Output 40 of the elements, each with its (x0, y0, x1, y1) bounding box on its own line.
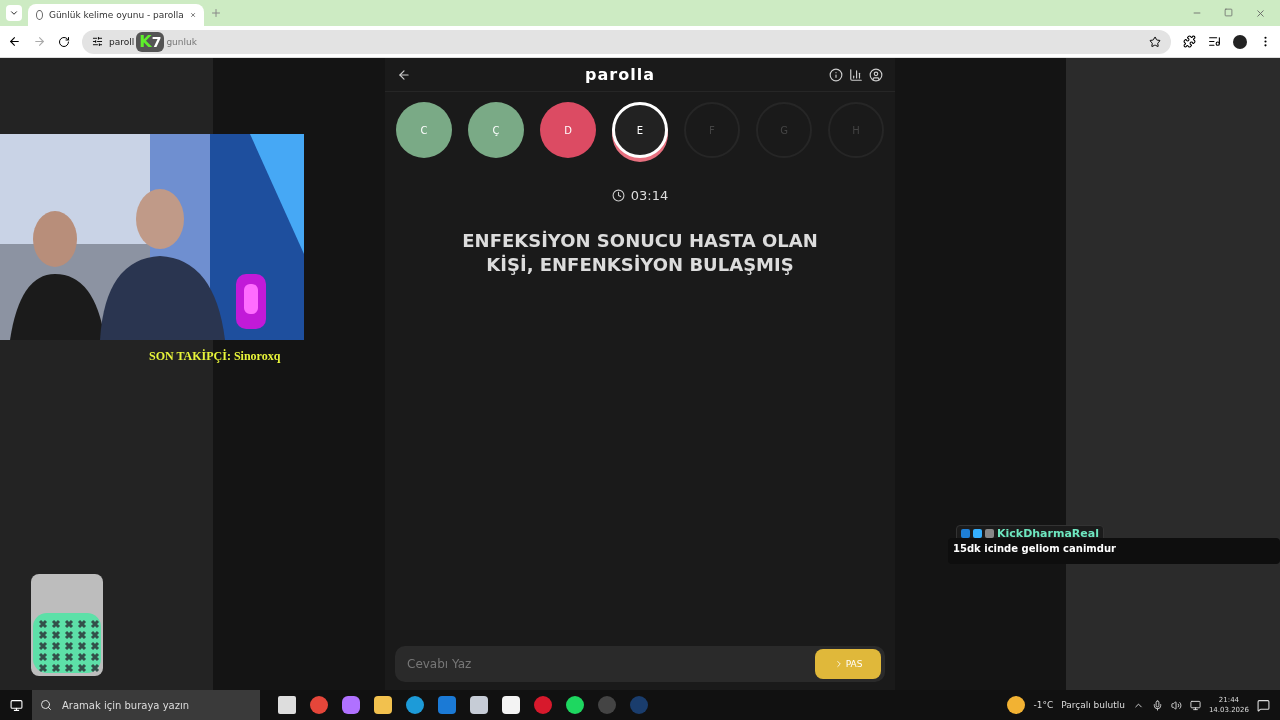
clock-icon (611, 189, 625, 202)
temperature-text: -1°C (1033, 700, 1054, 710)
close-icon[interactable] (1255, 7, 1266, 19)
info-icon[interactable] (829, 67, 843, 82)
letter-circle: E (612, 102, 668, 158)
timer-text: 03:14 (630, 188, 669, 203)
reload-icon[interactable] (58, 35, 70, 48)
volume-icon[interactable] (1170, 699, 1182, 711)
search-icon[interactable] (40, 699, 52, 711)
chevron-down-icon (9, 8, 19, 18)
app-title: parolla (584, 65, 656, 84)
question-text: ENFEKSİYON SONUCU HASTA OLAN KİŞİ, ENFENKSİYON BULAŞMIŞ (461, 229, 819, 277)
letter-circle: D (540, 102, 596, 158)
back-icon[interactable] (397, 67, 411, 82)
url-text: gunluk (166, 36, 197, 47)
chat-username: KickDharmaReal (997, 527, 1099, 540)
bookmark-star-icon[interactable] (1149, 35, 1161, 48)
site-settings-icon[interactable] (92, 36, 103, 47)
url-text: paroll (109, 36, 135, 47)
profile-icon[interactable] (869, 67, 883, 82)
taskbar-search-box[interactable]: Aramak için buraya yazın (32, 690, 260, 720)
network-icon[interactable] (1189, 699, 1201, 711)
stats-icon[interactable] (849, 67, 863, 82)
browser-tab[interactable]: Günlük kelime oyunu - parolla (28, 4, 204, 26)
address-bar[interactable]: paroll K7 gunluk (82, 29, 1171, 54)
weather-icon[interactable] (1007, 696, 1026, 714)
letter-circle: C (396, 102, 452, 158)
media-icon[interactable] (1208, 35, 1221, 48)
notifications-icon[interactable] (1257, 698, 1270, 712)
back-icon[interactable] (8, 35, 21, 48)
follower-text: SON TAKİPÇİ: Sinoroxq (149, 349, 281, 364)
letter-circle: Ç (468, 102, 524, 158)
chat-message: 15dk icinde geliom canimdur (948, 538, 1280, 564)
microphone-icon[interactable] (1151, 699, 1163, 711)
extensions-icon[interactable] (1183, 35, 1196, 48)
k7-logo-badge: K7 (136, 31, 165, 52)
taskbar-search-field[interactable]: Aramak için buraya yazın (60, 698, 260, 712)
close-icon[interactable] (189, 10, 196, 20)
profile-avatar[interactable] (1233, 34, 1247, 49)
weather-text: Parçalı bulutlu (1061, 700, 1125, 710)
